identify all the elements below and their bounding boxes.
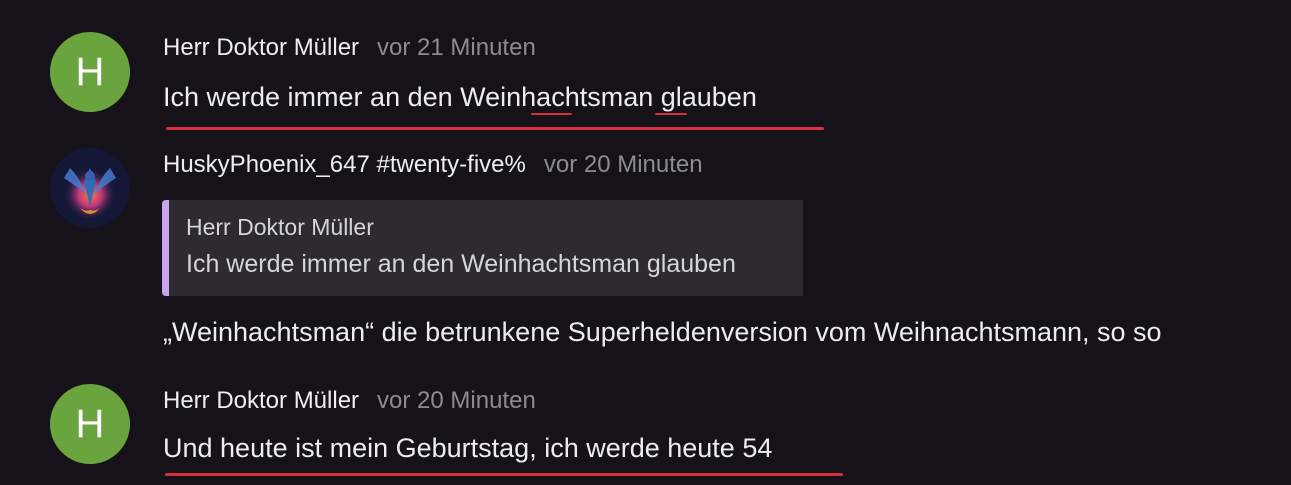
author-name[interactable]: Herr Doktor Müller bbox=[163, 387, 359, 415]
timestamp: vor 20 Minuten bbox=[377, 387, 536, 414]
timestamp: vor 20 Minuten bbox=[543, 151, 703, 178]
message-header: HuskyPhoenix_647 #twenty-five% vor 20 Mi… bbox=[163, 151, 703, 179]
avatar[interactable] bbox=[50, 148, 130, 228]
quote-bar bbox=[162, 200, 169, 296]
message-text[interactable]: Ich werde immer an den Weinhachtsman gla… bbox=[163, 82, 757, 113]
author-name[interactable]: HuskyPhoenix_647 #twenty-five% bbox=[163, 151, 526, 179]
quote-author: Herr Doktor Müller bbox=[186, 214, 374, 240]
avatar[interactable]: H bbox=[50, 384, 130, 464]
spellcheck-underline bbox=[165, 473, 843, 476]
phoenix-avatar-icon bbox=[50, 148, 130, 228]
spellcheck-underline bbox=[655, 113, 687, 115]
timestamp: vor 21 Minuten bbox=[377, 34, 536, 61]
message-text[interactable]: „Weinhachtsman“ die betrunkene Superheld… bbox=[163, 317, 1162, 348]
reply-quote[interactable]: Herr Doktor Müller Ich werde immer an de… bbox=[162, 200, 803, 296]
quote-text: Ich werde immer an den Weinhachtsman gla… bbox=[186, 250, 736, 278]
spellcheck-underline bbox=[531, 113, 572, 115]
chat-message-list: H Herr Doktor Müller vor 21 Minuten Ich … bbox=[0, 0, 1291, 485]
message-header: Herr Doktor Müller vor 21 Minuten bbox=[163, 34, 536, 62]
author-name[interactable]: Herr Doktor Müller bbox=[163, 34, 359, 62]
avatar[interactable]: H bbox=[50, 32, 130, 112]
spellcheck-underline bbox=[166, 127, 824, 130]
message-header: Herr Doktor Müller vor 20 Minuten bbox=[163, 387, 536, 415]
message-text[interactable]: Und heute ist mein Geburtstag, ich werde… bbox=[163, 433, 772, 464]
